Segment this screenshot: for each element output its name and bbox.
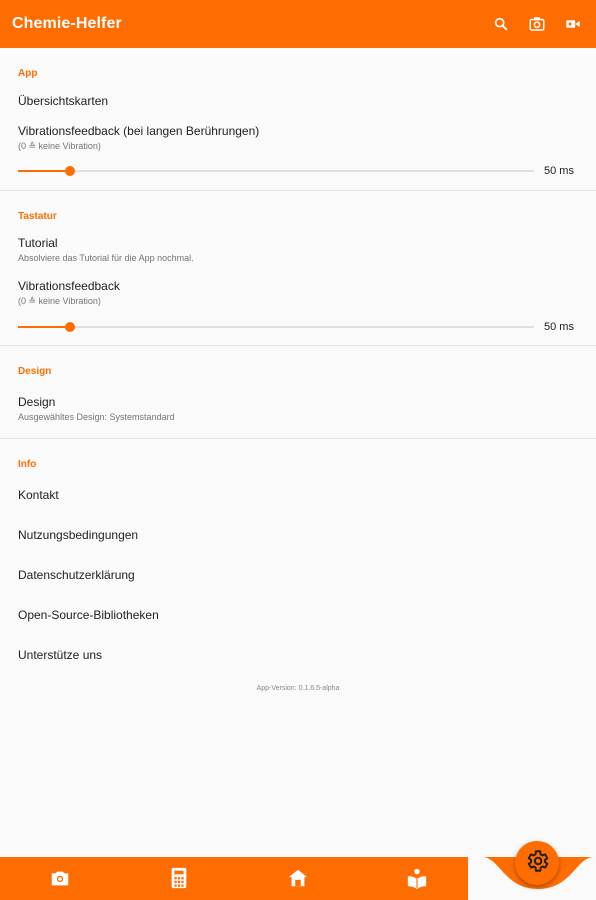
settings-list: App Übersichtskarten Vibrationsfeedback … <box>0 48 596 858</box>
pref-support-us[interactable]: Unterstütze uns <box>0 635 596 675</box>
app-bar: Chemie-Helfer <box>0 0 596 48</box>
camera-switch-icon[interactable] <box>526 13 548 35</box>
video-camera-icon[interactable] <box>562 13 584 35</box>
pref-title: Design <box>18 394 56 409</box>
slider-fill <box>18 170 70 172</box>
pref-title: Nutzungsbedingungen <box>18 528 139 542</box>
slider-thumb[interactable] <box>64 322 75 332</box>
pref-open-source[interactable]: Open-Source-Bibliotheken <box>0 595 596 635</box>
nav-home-icon[interactable] <box>286 866 310 890</box>
pref-title: Vibrationsfeedback (bei langen Berührung… <box>18 124 260 138</box>
slider-value: 50 ms <box>544 165 574 177</box>
pref-title: Übersichtskarten <box>18 94 109 108</box>
pref-title: Open-Source-Bibliotheken <box>18 608 159 622</box>
section-keyboard: Tastatur Tutorial Absolviere das Tutoria… <box>0 191 596 346</box>
pref-title: Kontakt <box>18 488 59 502</box>
section-info: Info Kontakt Nutzungsbedingungen Datensc… <box>0 439 596 692</box>
nav-book-reader-icon[interactable] <box>405 866 429 890</box>
section-title-keyboard: Tastatur <box>18 211 57 222</box>
pref-title: Vibrationsfeedback <box>18 279 120 293</box>
nav-calculator-icon[interactable] <box>167 866 191 890</box>
pref-keyboard-vibration: Vibrationsfeedback (0 ≙ keine Vibration) <box>0 271 596 315</box>
slider-fill <box>18 326 70 328</box>
pref-title: Unterstütze uns <box>18 648 103 662</box>
pref-summary: (0 ≙ keine Vibration) <box>18 296 101 306</box>
app-vibration-slider-row: 50 ms <box>0 158 596 190</box>
pref-app-vibration: Vibrationsfeedback (bei langen Berührung… <box>0 118 596 158</box>
search-icon[interactable] <box>490 13 512 35</box>
settings-gear-icon <box>524 848 550 879</box>
pref-title: Datenschutzerklärung <box>18 568 135 582</box>
nav-camera-icon[interactable] <box>48 866 72 890</box>
app-version: App-Version: 0.1.6.5-alpha <box>256 685 340 692</box>
section-title-design: Design <box>18 366 52 377</box>
pref-summary: (0 ≙ keine Vibration) <box>18 141 101 151</box>
section-app: App Übersichtskarten Vibrationsfeedback … <box>0 48 596 191</box>
keyboard-vibration-slider[interactable] <box>18 322 534 332</box>
app-vibration-slider[interactable] <box>18 166 534 176</box>
pref-design[interactable]: Design Ausgewähltes Design: Systemstanda… <box>0 382 596 438</box>
slider-thumb[interactable] <box>64 166 75 176</box>
section-title-app: App <box>18 68 38 79</box>
app-title: Chemie-Helfer <box>12 15 122 32</box>
settings-fab[interactable] <box>515 841 559 885</box>
pref-overview-cards[interactable]: Übersichtskarten <box>0 84 596 118</box>
slider-value: 50 ms <box>544 321 574 333</box>
pref-tutorial[interactable]: Tutorial Absolviere das Tutorial für die… <box>0 227 596 271</box>
pref-summary: Absolviere das Tutorial für die App noch… <box>18 252 194 263</box>
pref-terms[interactable]: Nutzungsbedingungen <box>0 515 596 555</box>
keyboard-vibration-slider-row: 50 ms <box>0 315 596 345</box>
section-design: Design Design Ausgewähltes Design: Syste… <box>0 346 596 439</box>
pref-contact[interactable]: Kontakt <box>0 475 596 515</box>
section-title-info: Info <box>18 459 37 470</box>
pref-privacy[interactable]: Datenschutzerklärung <box>0 555 596 595</box>
pref-title: Tutorial <box>18 235 58 250</box>
app-bar-actions <box>490 13 584 35</box>
pref-summary: Ausgewähltes Design: Systemstandard <box>18 411 175 422</box>
